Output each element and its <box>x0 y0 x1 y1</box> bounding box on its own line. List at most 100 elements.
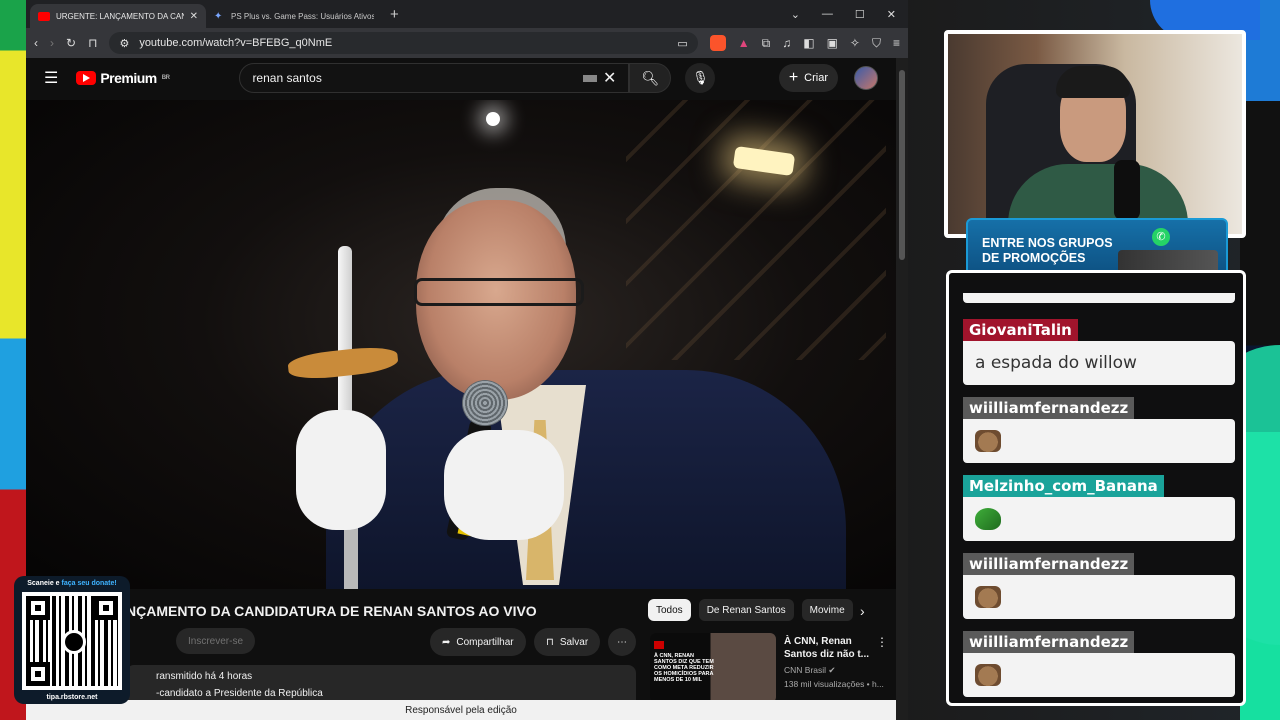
video-speaker-glasses <box>414 278 584 306</box>
chat-bubble <box>963 419 1235 463</box>
sidebar-icon[interactable]: ◧ <box>803 36 814 50</box>
media-icon[interactable]: ♫ <box>782 36 791 50</box>
youtube-masthead: ☰ Premium BR renan santos ✕ 🔍︎ 🎙︎ + Cria… <box>26 58 896 98</box>
back-icon[interactable]: ‹ <box>34 36 38 50</box>
logo-region: BR <box>161 75 170 81</box>
qr-url: tipa.rbstore.net <box>46 694 98 701</box>
window-controls: ⌄ — ☐ ✕ <box>791 8 908 21</box>
gemini-favicon-icon: ✦ <box>214 10 223 22</box>
description-line: ransmitido há 4 horas <box>156 671 253 682</box>
youtube-page: ☰ Premium BR renan santos ✕ 🔍︎ 🎙︎ + Cria… <box>26 58 896 720</box>
search-icon: 🔍︎ <box>641 69 660 86</box>
save-button[interactable]: ⊓ Salvar <box>534 628 601 656</box>
chip-all[interactable]: Todos <box>648 599 691 621</box>
wallet-icon[interactable]: ▣ <box>827 36 838 50</box>
more-icon: ⋯ <box>617 636 627 648</box>
chat-message: wiilliamfernandezz <box>963 397 1235 463</box>
chat-bubble <box>963 497 1235 541</box>
vpn-icon[interactable]: ⛉ <box>872 36 881 51</box>
chat-message: wiilliamfernandezz <box>963 553 1235 619</box>
youtube-play-icon <box>76 71 97 85</box>
scrollbar-thumb[interactable] <box>899 70 905 260</box>
chat-username: wiilliamfernandezz <box>963 553 1135 575</box>
keyboard-icon[interactable] <box>583 74 598 82</box>
new-tab-icon[interactable]: + <box>390 6 399 23</box>
chat-message: GiovaniTalin a espada do willow <box>963 319 1235 385</box>
chip-more[interactable]: Movime <box>801 599 853 621</box>
video-player[interactable] <box>26 100 896 589</box>
close-window-icon[interactable]: ✕ <box>887 8 896 21</box>
mic-icon: 🎙︎ <box>692 70 709 85</box>
promo-line: ENTRE NOS GRUPOS <box>982 236 1113 250</box>
address-bar[interactable]: ⚙ youtube.com/watch?v=BFEBG_q0NmE ▭ <box>109 32 698 54</box>
plus-icon: + <box>788 69 799 86</box>
bookmark-icon[interactable]: ⊓ <box>88 36 97 50</box>
minimize-icon[interactable]: — <box>822 8 833 21</box>
search-button[interactable]: 🔍︎ <box>629 63 672 93</box>
watch-metadata: NÇAMENTO DA CANDIDATURA DE RENAN SANTOS … <box>26 589 896 720</box>
search-input[interactable]: renan santos ✕ <box>239 63 630 93</box>
promo-line: DE PROMOÇÕES <box>982 251 1086 265</box>
chat-bubble <box>963 575 1235 619</box>
bear-emote-icon <box>975 586 1001 608</box>
brave-shields-icon[interactable] <box>709 35 726 51</box>
reload-icon[interactable]: ↻ <box>66 36 76 50</box>
video-speaker-suit <box>326 370 846 589</box>
menu-icon[interactable]: ≡ <box>893 36 900 50</box>
share-icon: ➦ <box>442 636 451 648</box>
chat-message: Melzinho_com_Banana <box>963 475 1235 541</box>
qr-finder <box>26 596 50 620</box>
stream-chat: GiovaniTalin a espada do willow wiilliam… <box>946 270 1246 706</box>
video-sword-blade <box>344 520 358 589</box>
share-button[interactable]: ➦ Compartilhar <box>430 628 526 656</box>
tab-search-icon[interactable]: ⌄ <box>791 8 800 21</box>
browser-window: URGENTE: LANÇAMENTO DA CAND ✕ ✦ PS Plus … <box>26 0 908 720</box>
brave-rewards-icon[interactable]: ▲ <box>738 36 750 50</box>
video-glove-right <box>444 430 564 540</box>
chat-bubble: a espada do willow <box>963 341 1235 385</box>
recommended-thumbnail[interactable]: À CNN, RENAN SANTOS DIZ QUE TEM COMO MET… <box>650 633 776 703</box>
site-info-icon[interactable]: ⚙ <box>119 37 129 50</box>
chat-username: GiovaniTalin <box>963 319 1078 341</box>
leo-icon[interactable]: ✧ <box>850 36 860 50</box>
caption-bar: Responsável pela edição <box>26 700 896 720</box>
avatar[interactable] <box>854 66 878 90</box>
qr-caption: Scaneie e faça seu donate! <box>14 580 130 587</box>
bear-emote-icon <box>975 664 1001 686</box>
whatsapp-icon: ✆ <box>1152 228 1170 246</box>
video-microphone <box>462 380 508 426</box>
tab-title: URGENTE: LANÇAMENTO DA CAND <box>56 11 184 21</box>
chevron-right-icon[interactable]: › <box>860 603 865 619</box>
thumbnail-text: À CNN, RENAN SANTOS DIZ QUE TEM COMO MET… <box>654 653 714 684</box>
subscribe-button[interactable]: Inscrever-se <box>176 628 256 654</box>
video-sword-hilt <box>338 246 352 426</box>
verified-icon: ✔ <box>828 665 836 675</box>
donate-qr-card: Scaneie e faça seu donate! tipa.rbstore.… <box>14 576 130 704</box>
kebab-menu-icon[interactable]: ⋮ <box>876 635 888 649</box>
tab-close-icon[interactable]: ✕ <box>190 11 198 22</box>
search-query: renan santos <box>252 71 322 85</box>
qr-finder <box>26 662 50 686</box>
qr-caption-highlight: faça seu donate! <box>61 580 117 587</box>
clear-search-icon[interactable]: ✕ <box>603 68 616 88</box>
tab-google[interactable]: ✦ PS Plus vs. Game Pass: Usuários Ativos… <box>206 4 382 28</box>
related-chips: Todos De Renan Santos Movime <box>648 599 853 621</box>
extensions-icon[interactable]: ⧉ <box>762 36 771 51</box>
create-button[interactable]: + Criar <box>778 64 838 92</box>
tab-youtube[interactable]: URGENTE: LANÇAMENTO DA CAND ✕ <box>30 4 206 28</box>
more-actions-button[interactable]: ⋯ <box>608 628 636 656</box>
scrollbar[interactable] <box>896 58 908 720</box>
guide-menu-icon[interactable]: ☰ <box>44 68 58 88</box>
forward-icon[interactable]: › <box>50 36 54 50</box>
voice-search-button[interactable]: 🎙︎ <box>685 63 716 93</box>
description-line: -candidato a Presidente da República <box>156 688 323 699</box>
webcam-overlay <box>944 30 1246 238</box>
youtube-logo[interactable]: Premium BR <box>76 70 170 86</box>
qr-code <box>22 592 122 690</box>
maximize-icon[interactable]: ☐ <box>855 8 865 21</box>
recommended-title: À CNN, Renan Santos diz não t... <box>784 636 870 660</box>
chip-channel[interactable]: De Renan Santos <box>698 599 794 621</box>
cast-icon[interactable]: ▭ <box>677 37 687 50</box>
bear-emote-icon <box>975 430 1001 452</box>
chat-message: wiilliamfernandezz <box>963 631 1235 697</box>
